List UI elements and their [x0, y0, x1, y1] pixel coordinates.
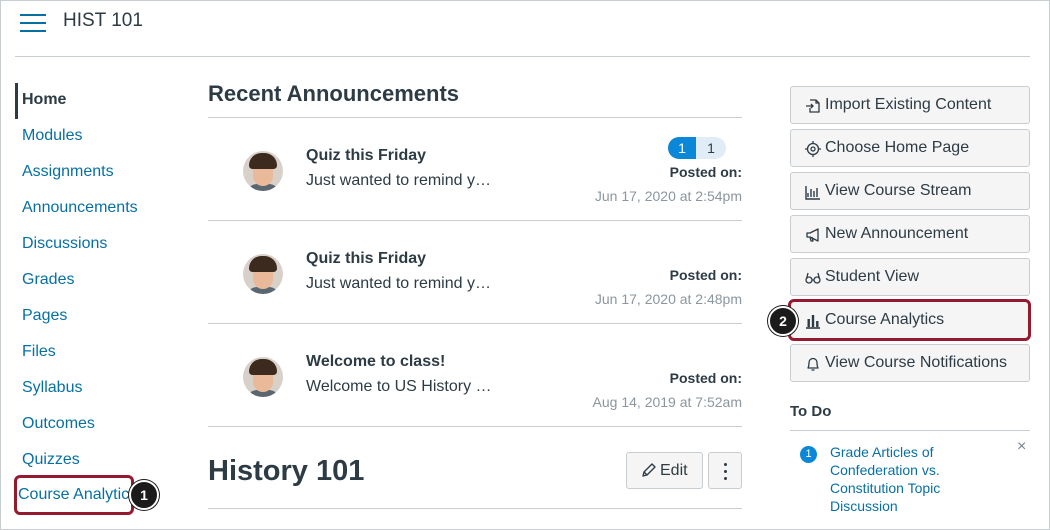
nav-item-outcomes[interactable]: Outcomes — [15, 407, 180, 443]
glasses-icon — [805, 272, 821, 284]
sidebar-button-label: Import Existing Content — [825, 96, 992, 113]
announcement-title[interactable]: Welcome to class! — [306, 353, 445, 371]
posted-date: Jun 17, 2020 at 2:54pm — [594, 188, 742, 204]
nav-item-announcements[interactable]: Announcements — [15, 191, 180, 227]
course-navigation: Home Modules Assignments Announcements D… — [15, 83, 180, 479]
sidebar-button-label: Choose Home Page — [825, 139, 970, 156]
edit-button[interactable]: Edit — [626, 452, 703, 489]
nav-item-grades[interactable]: Grades — [15, 263, 180, 299]
posted-date: Jun 17, 2020 at 2:48pm — [594, 291, 742, 307]
sidebar-button-label: Course Analytics — [825, 311, 945, 328]
recent-announcements-heading: Recent Announcements — [208, 81, 460, 106]
unread-reply-badges: 1 1 — [668, 137, 726, 159]
nav-item-modules[interactable]: Modules — [15, 119, 180, 155]
sidebar-button-label: View Course Notifications — [825, 354, 1008, 371]
bell-icon — [807, 357, 819, 371]
todo-count-badge: 1 — [800, 446, 817, 463]
callout-2: 2 — [768, 306, 798, 336]
pencil-icon — [642, 463, 656, 477]
nav-item-assignments[interactable]: Assignments — [15, 155, 180, 191]
announcement-snippet: Just wanted to remind y… — [306, 172, 491, 189]
sidebar-button-label: New Announcement — [825, 225, 969, 242]
new-announcement-button[interactable]: New Announcement — [790, 215, 1030, 253]
announcement-title[interactable]: Quiz this Friday — [306, 250, 426, 268]
avatar — [243, 357, 283, 397]
nav-item-pages[interactable]: Pages — [15, 299, 180, 335]
close-icon[interactable]: × — [1017, 438, 1026, 456]
choose-home-page-button[interactable]: Choose Home Page — [790, 129, 1030, 167]
nav-item-quizzes[interactable]: Quizzes — [15, 443, 180, 479]
todo-heading: To Do — [790, 403, 832, 420]
announcement-list: Quiz this Friday Just wanted to remind y… — [208, 117, 742, 427]
target-icon — [805, 141, 821, 157]
page-title: History 101 — [208, 455, 365, 487]
view-course-stream-button[interactable]: View Course Stream — [790, 172, 1030, 210]
callout-1: 1 — [129, 480, 159, 510]
posted-date: Aug 14, 2019 at 7:52am — [592, 394, 742, 410]
nav-item-course-analytics[interactable]: Course Analytic — [18, 480, 129, 510]
avatar — [243, 151, 283, 191]
unread-count-badge: 1 — [668, 137, 696, 159]
announcement-snippet: Just wanted to remind y… — [306, 275, 491, 292]
course-title[interactable]: HIST 101 — [63, 10, 143, 32]
announcement-snippet: Welcome to US History … — [306, 378, 492, 395]
import-icon — [806, 99, 820, 113]
view-course-notifications-button[interactable]: View Course Notifications — [790, 344, 1030, 382]
todo-item-link[interactable]: Grade Articles of Confederation vs. Cons… — [830, 443, 980, 515]
bar-chart-icon — [806, 315, 820, 329]
student-view-button[interactable]: Student View — [790, 258, 1030, 296]
announcement-item[interactable]: Quiz this Friday Just wanted to remind y… — [208, 118, 742, 221]
import-existing-content-button[interactable]: Import Existing Content — [790, 86, 1030, 124]
announcement-item[interactable]: Welcome to class! Welcome to US History … — [208, 324, 742, 427]
sidebar-button-label: View Course Stream — [825, 182, 972, 199]
stream-icon — [805, 186, 820, 200]
megaphone-icon — [806, 228, 819, 242]
announcement-title[interactable]: Quiz this Friday — [306, 147, 426, 165]
sidebar-button-label: Student View — [825, 268, 919, 285]
nav-item-discussions[interactable]: Discussions — [15, 227, 180, 263]
posted-on-label: Posted on: — [669, 164, 742, 180]
posted-on-label: Posted on: — [669, 370, 742, 386]
nav-item-home[interactable]: Home — [15, 83, 180, 119]
nav-item-files[interactable]: Files — [15, 335, 180, 371]
more-options-button[interactable] — [708, 452, 742, 489]
course-analytics-button[interactable]: Course Analytics — [790, 301, 1030, 339]
nav-item-syllabus[interactable]: Syllabus — [15, 371, 180, 407]
header-divider — [15, 56, 1030, 57]
content-divider — [208, 508, 742, 509]
reply-count-badge: 1 — [696, 137, 726, 159]
edit-button-label: Edit — [660, 462, 688, 479]
avatar — [243, 254, 283, 294]
todo-divider — [790, 430, 1030, 431]
posted-on-label: Posted on: — [669, 267, 742, 283]
hamburger-menu-icon[interactable] — [20, 13, 46, 33]
announcement-item[interactable]: Quiz this Friday Just wanted to remind y… — [208, 221, 742, 324]
